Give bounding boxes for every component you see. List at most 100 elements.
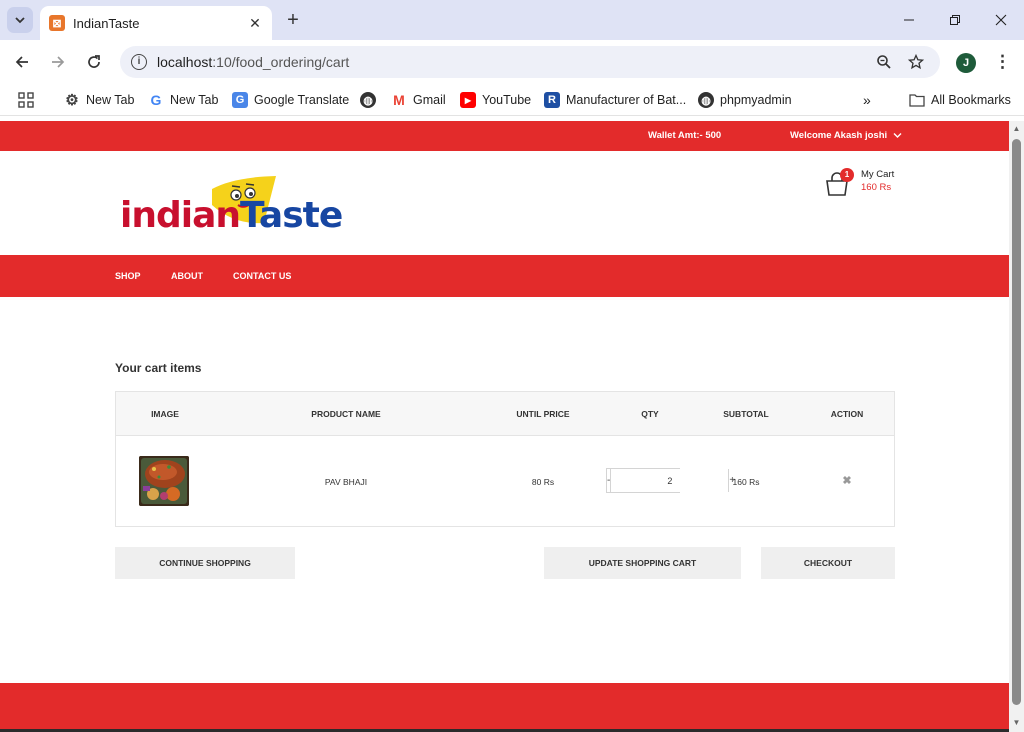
profile-avatar[interactable]: J bbox=[956, 53, 976, 73]
scrollbar-thumb[interactable] bbox=[1012, 139, 1021, 705]
zoom-icon[interactable] bbox=[874, 52, 894, 72]
col-qty: QTY bbox=[641, 409, 659, 419]
bookmark-new-tab-1[interactable]: ⚙ New Tab bbox=[64, 91, 134, 109]
qty-input[interactable] bbox=[611, 469, 729, 492]
bookmark-gmail[interactable]: M Gmail bbox=[391, 91, 446, 109]
address-bar[interactable]: i localhost:10/food_ordering/cart bbox=[120, 46, 940, 78]
google-icon: G bbox=[150, 92, 162, 108]
cart-heading: Your cart items bbox=[115, 361, 202, 375]
logo-text-indian: indian bbox=[120, 195, 241, 236]
back-button[interactable] bbox=[10, 50, 34, 74]
page-scrollbar[interactable]: ▲ ▼ bbox=[1009, 121, 1024, 732]
bookmarks-bar: ⚙ New Tab G New Tab G Google Translate ◍… bbox=[0, 84, 1024, 116]
top-bar: Wallet Amt:- 500 Welcome Akash joshi bbox=[0, 121, 1009, 151]
nav-about[interactable]: ABOUT bbox=[171, 271, 203, 281]
bookmark-label: Gmail bbox=[413, 93, 446, 107]
bookmark-youtube[interactable]: ▶ YouTube bbox=[460, 91, 531, 109]
bookmark-globe[interactable]: ◍ bbox=[360, 91, 382, 109]
arrow-right-icon bbox=[52, 56, 65, 68]
tab-title: IndianTaste bbox=[73, 15, 140, 31]
forward-button[interactable] bbox=[46, 50, 70, 74]
close-icon bbox=[995, 14, 1007, 26]
update-cart-button[interactable]: UPDATE SHOPPING CART bbox=[544, 547, 741, 579]
folder-icon bbox=[909, 92, 925, 108]
cart-total: 160 Rs bbox=[861, 182, 892, 193]
site-logo[interactable]: indianTaste bbox=[118, 175, 348, 239]
gear-icon: ⚙ bbox=[65, 92, 79, 109]
star-icon[interactable] bbox=[906, 52, 926, 72]
welcome-text: Welcome Akash joshi bbox=[790, 130, 888, 141]
chevron-down-icon bbox=[15, 17, 25, 24]
scroll-down-arrow-icon[interactable]: ▼ bbox=[1012, 719, 1021, 727]
table-header: IMAGE PRODUCT NAME UNTIL PRICE QTY SUBTO… bbox=[116, 392, 894, 436]
cart-count-badge: 1 bbox=[840, 168, 854, 182]
bookmark-google-translate[interactable]: G Google Translate bbox=[232, 91, 349, 109]
main-nav: SHOP ABOUT CONTACT US bbox=[0, 255, 1009, 297]
col-unit-price: UNTIL PRICE bbox=[516, 409, 570, 419]
col-subtotal: SUBTOTAL bbox=[723, 409, 769, 419]
minimize-button[interactable] bbox=[886, 0, 932, 40]
logo-text: indianTaste bbox=[120, 195, 343, 236]
subtotal: 160 Rs bbox=[732, 477, 760, 487]
col-product-name: PRODUCT NAME bbox=[311, 409, 381, 419]
browser-tabstrip: ⊠ IndianTaste ✕ + bbox=[0, 0, 1024, 40]
bookmark-new-tab-2[interactable]: G New Tab bbox=[148, 91, 219, 109]
col-image: IMAGE bbox=[151, 409, 179, 419]
r-icon: R bbox=[544, 92, 560, 108]
site-header: indianTaste 1 My Cart 160 Rs bbox=[0, 151, 1009, 255]
site-favicon-icon: ⊠ bbox=[49, 15, 65, 31]
product-name[interactable]: PAV BHAJI bbox=[325, 477, 367, 487]
reload-button[interactable] bbox=[82, 50, 106, 74]
pav-bhaji-thumbnail bbox=[139, 456, 189, 506]
user-menu[interactable]: Welcome Akash joshi bbox=[790, 130, 902, 141]
url-text[interactable]: localhost:10/food_ordering/cart bbox=[157, 54, 349, 70]
gmail-icon: M bbox=[393, 92, 405, 108]
all-bookmarks[interactable]: All Bookmarks bbox=[909, 91, 1011, 109]
site-footer bbox=[0, 683, 1009, 732]
nav-shop[interactable]: SHOP bbox=[115, 271, 141, 281]
bookmark-label: Google Translate bbox=[254, 93, 350, 107]
reload-icon bbox=[88, 55, 100, 68]
wallet-amount: Wallet Amt:- 500 bbox=[648, 130, 722, 141]
menu-kebab-icon[interactable]: ⋮ bbox=[994, 52, 1011, 74]
new-tab-button[interactable]: + bbox=[282, 9, 304, 31]
browser-tab[interactable]: ⊠ IndianTaste ✕ bbox=[40, 6, 272, 40]
cart-table: IMAGE PRODUCT NAME UNTIL PRICE QTY SUBTO… bbox=[115, 391, 895, 527]
translate-icon: G bbox=[232, 92, 248, 108]
remove-item-close-icon[interactable]: ✖ bbox=[842, 476, 852, 487]
globe-icon: ◍ bbox=[698, 92, 714, 108]
url-path: :10/food_ordering/cart bbox=[212, 54, 350, 70]
tab-search-button[interactable] bbox=[7, 7, 33, 33]
bookmark-label: YouTube bbox=[482, 93, 532, 107]
quantity-stepper: - + bbox=[606, 468, 735, 493]
restore-button[interactable] bbox=[932, 0, 978, 40]
close-window-button[interactable] bbox=[978, 0, 1024, 40]
bookmark-manufacturer[interactable]: R Manufacturer of Bat... bbox=[544, 91, 686, 109]
close-icon[interactable]: ✕ bbox=[246, 14, 264, 32]
mini-cart[interactable]: 1 My Cart 160 Rs bbox=[824, 167, 914, 207]
checkout-button[interactable]: CHECKOUT bbox=[761, 547, 895, 579]
scroll-up-arrow-icon[interactable]: ▲ bbox=[1012, 125, 1021, 133]
bookmark-label: Manufacturer of Bat... bbox=[566, 93, 687, 107]
logo-text-taste: Taste bbox=[240, 195, 343, 236]
minimize-icon bbox=[904, 19, 914, 21]
restore-icon bbox=[950, 15, 960, 25]
arrow-left-icon bbox=[15, 56, 28, 68]
all-bookmarks-label: All Bookmarks bbox=[931, 93, 1011, 107]
unit-price: 80 Rs bbox=[531, 477, 555, 487]
more-bookmarks-chevron-icon[interactable]: » bbox=[863, 91, 871, 109]
bookmark-phpmyadmin[interactable]: ◍ phpmyadmin bbox=[698, 91, 792, 109]
nav-contact-us[interactable]: CONTACT US bbox=[233, 271, 291, 281]
cart-label: My Cart bbox=[861, 169, 895, 180]
product-image[interactable] bbox=[139, 456, 189, 506]
bookmark-label: New Tab bbox=[170, 93, 219, 107]
site-info-icon[interactable]: i bbox=[131, 54, 147, 70]
chevron-down-icon bbox=[893, 131, 902, 141]
col-action: ACTION bbox=[830, 409, 864, 419]
continue-shopping-button[interactable]: CONTINUE SHOPPING bbox=[115, 547, 295, 579]
apps-icon[interactable] bbox=[18, 91, 34, 109]
bookmark-label: New Tab bbox=[86, 93, 135, 107]
url-host: localhost bbox=[157, 54, 213, 70]
globe-icon: ◍ bbox=[360, 92, 376, 108]
youtube-icon: ▶ bbox=[460, 92, 476, 108]
